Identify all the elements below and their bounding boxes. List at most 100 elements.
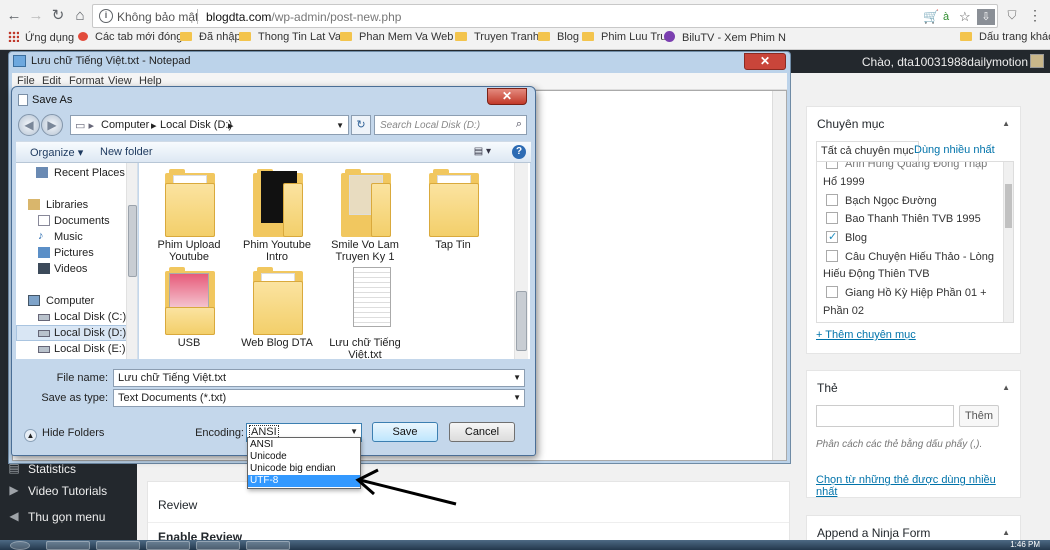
checkbox[interactable] [826, 250, 838, 262]
checkbox-checked[interactable] [826, 230, 838, 243]
nav-item-videos[interactable]: Videos [16, 261, 130, 277]
refresh-icon[interactable]: ↻ [351, 115, 371, 135]
save-as-type-select[interactable]: Text Documents (*.txt) ▼ [113, 389, 525, 407]
scrollbar[interactable] [772, 91, 786, 460]
scrollbar-thumb[interactable] [1005, 184, 1012, 228]
taskbar-item[interactable] [146, 541, 190, 550]
bookmark-apps[interactable]: Ứng dụng [8, 31, 74, 44]
bookmark-bilutv[interactable]: BiluTV - Xem Phim N [664, 31, 786, 44]
tag-input[interactable] [816, 405, 954, 427]
nav-item-computer[interactable]: Computer [16, 293, 130, 309]
folder-phim-upload-youtube[interactable]: Phim Upload Youtube [145, 169, 233, 265]
views-icon[interactable]: ▤ ▾ [474, 146, 491, 157]
toggle-arrow-icon[interactable]: ▲ [1002, 383, 1010, 392]
folder-phim-youtube-intro[interactable]: Phim Youtube Intro [233, 169, 321, 265]
category-item[interactable]: Bạch Ngọc Đường [826, 194, 937, 207]
address-bar[interactable]: i Không bảo mật blogdta.com/wp-admin/pos… [92, 4, 998, 28]
scrollbar[interactable] [1003, 162, 1013, 322]
nav-item-pictures[interactable]: Pictures [16, 245, 130, 261]
category-item[interactable]: Blog [826, 230, 867, 244]
clock[interactable]: 1:46 PM [1010, 540, 1040, 549]
bookmark-star-icon[interactable]: ☆ [959, 9, 971, 25]
back-icon[interactable]: ← [4, 6, 24, 26]
forward-icon[interactable]: → [26, 6, 46, 26]
scrollbar-thumb[interactable] [516, 291, 527, 351]
breadcrumb-computer[interactable]: Computer [101, 119, 149, 131]
encoding-option-unicode-big-endian[interactable]: Unicode big endian [248, 463, 360, 475]
search-icon[interactable]: ⌕ [516, 118, 522, 131]
organize-button[interactable]: Organize ▾ [30, 146, 83, 159]
cart-icon[interactable]: 🛒 [923, 9, 939, 25]
folder-tap-tin[interactable]: Tap Tin [409, 169, 497, 265]
search-input[interactable]: Search Local Disk (D:) ⌕ [374, 115, 527, 135]
tab-most-used[interactable]: Dùng nhiều nhất [914, 144, 995, 156]
nav-item-libraries[interactable]: Libraries [16, 197, 130, 213]
scrollbar[interactable] [514, 163, 528, 359]
toggle-arrow-icon[interactable]: ▲ [1002, 528, 1010, 537]
address-breadcrumb[interactable]: ▭ ▸ Computer ▸ Local Disk (D:) ▸ ▼ [70, 115, 349, 135]
breadcrumb-local-disk[interactable]: Local Disk (D:) [160, 119, 232, 131]
nav-item-local-disk-d[interactable]: Local Disk (D:) [16, 325, 130, 341]
taskbar-item[interactable] [96, 541, 140, 550]
chevron-down-icon[interactable]: ▼ [350, 427, 358, 436]
category-item[interactable]: Giang Hồ Kỳ Hiệp Phần 01 + [826, 286, 987, 299]
howdy-user[interactable]: Chào, dta10031988dailymotion [862, 55, 1028, 69]
new-folder-button[interactable]: New folder [100, 146, 153, 158]
bookmark-folder[interactable]: Phan Mem Va Web L [340, 31, 463, 43]
nav-item-local-disk-e[interactable]: Local Disk (E:) [16, 341, 130, 357]
save-button[interactable]: Save [372, 422, 438, 442]
chevron-right-icon[interactable]: ▸ [151, 119, 157, 132]
encoding-option-ansi[interactable]: ANSI [248, 439, 360, 451]
notepad-close-button[interactable]: ✕ [744, 53, 786, 70]
translate-icon[interactable]: à [943, 9, 949, 25]
shield-icon[interactable]: ⛉ [1003, 6, 1021, 24]
folder-usb[interactable]: USB [145, 267, 233, 359]
taskbar-item[interactable] [196, 541, 240, 550]
chevron-down-icon[interactable]: ▼ [513, 373, 521, 382]
add-category-link[interactable]: + Thêm chuyên mục [816, 329, 916, 341]
dialog-close-button[interactable]: ✕ [487, 88, 527, 105]
bookmark-recent-tabs[interactable]: Các tab mới đóng [78, 31, 182, 43]
file-luu-chu-tieng-viet[interactable]: Lưu chữ Tiếng Việt.txt [321, 267, 409, 359]
encoding-option-unicode[interactable]: Unicode [248, 451, 360, 463]
avatar[interactable] [1030, 54, 1044, 68]
checkbox[interactable] [826, 212, 838, 224]
hide-folders-button[interactable]: ▲ Hide Folders [24, 427, 104, 442]
forward-icon[interactable]: ▶ [41, 114, 63, 136]
chevron-down-icon[interactable]: ▼ [513, 393, 521, 402]
taskbar-item[interactable] [46, 541, 90, 550]
back-icon[interactable]: ◀ [18, 114, 40, 136]
nav-item-local-disk-c[interactable]: Local Disk (C:) [16, 309, 130, 325]
download-icon[interactable]: ⇩ [977, 9, 995, 25]
scrollbar[interactable] [126, 163, 137, 359]
scrollbar-thumb[interactable] [128, 205, 137, 277]
add-tag-button[interactable]: Thêm [959, 405, 999, 427]
checkbox[interactable] [826, 286, 838, 298]
home-icon[interactable]: ⌂ [70, 6, 90, 26]
menu-icon[interactable]: ⋮ [1026, 6, 1044, 24]
encoding-option-utf8[interactable]: UTF-8 [248, 475, 360, 487]
folder-smile-vo-lam[interactable]: Smile Vo Lam Truyen Ky 1 [321, 169, 409, 265]
checkbox[interactable] [826, 162, 838, 169]
collapse-menu[interactable]: ◀ Thu gọn menu [0, 505, 137, 531]
help-icon[interactable]: ? [512, 145, 526, 159]
bookmark-folder[interactable]: Blog [538, 31, 579, 43]
bookmark-folder[interactable]: Đã nhập [180, 31, 241, 43]
taskbar-item[interactable] [246, 541, 290, 550]
bookmark-folder[interactable]: Thong Tin Lat Vat [239, 31, 344, 43]
chevron-right-icon[interactable]: ▸ [228, 119, 234, 132]
bookmark-folder[interactable]: Truyen Tranh [455, 31, 539, 43]
cancel-button[interactable]: Cancel [449, 422, 515, 442]
nav-item-documents[interactable]: Documents [16, 213, 130, 229]
chevron-down-icon[interactable]: ▼ [336, 121, 344, 130]
category-item[interactable]: Câu Chuyện Hiếu Thảo - Lòng [826, 250, 994, 263]
category-item[interactable]: Bao Thanh Thiên TVB 1995 [826, 212, 981, 225]
sidebar-item-video-tutorials[interactable]: ▶ Video Tutorials [0, 479, 137, 505]
nav-item-music[interactable]: ♪ Music [16, 229, 130, 245]
folder-web-blog-dta[interactable]: Web Blog DTA [233, 267, 321, 359]
start-icon[interactable] [10, 541, 30, 550]
info-icon[interactable]: i [99, 9, 113, 23]
nav-item-recent-places[interactable]: Recent Places [16, 165, 130, 181]
reload-icon[interactable]: ↻ [48, 6, 68, 26]
bookmark-other[interactable]: Dấu trang khác [960, 31, 1050, 43]
